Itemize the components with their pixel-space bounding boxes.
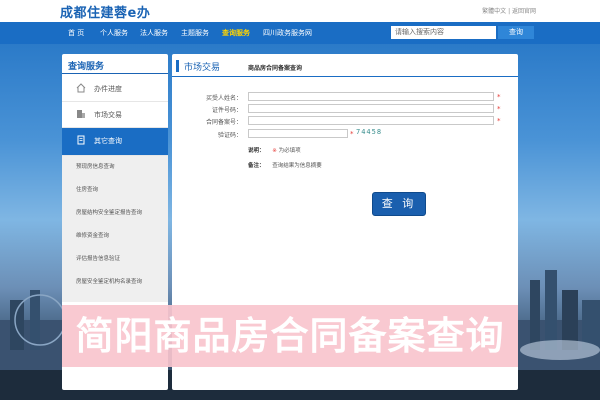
nav-item-sichuan-portal[interactable]: 四川政务服务网 <box>263 22 312 44</box>
top-header: 成都住建蓉e办 繁體中文 | 返回官网 <box>0 0 600 22</box>
remark-line: 备注： 查询结果为信息摘要 <box>248 161 322 169</box>
id-number-label: 证件号码： <box>211 107 242 114</box>
nav-item-theme[interactable]: 主题服务 <box>181 22 209 44</box>
section-title: 市场交易 <box>184 63 221 73</box>
sidebar-title: 查询服务 <box>68 62 105 72</box>
captcha-image[interactable]: 74458 <box>356 128 386 138</box>
nav-item-corporate[interactable]: 法人服务 <box>140 22 168 44</box>
remark-label: 备注： <box>248 163 265 169</box>
captcha-label: 验证码： <box>217 132 242 139</box>
sidebar-item-label: 其它查询 <box>94 137 122 145</box>
nav-item-home[interactable]: 首 页 <box>68 22 84 44</box>
captcha-input[interactable] <box>248 129 348 138</box>
submenu-item[interactable]: 房屋安全鉴定机构名录查询 <box>76 277 142 285</box>
sidebar-item-other[interactable]: 其它查询 <box>62 128 168 156</box>
search-button[interactable]: 查询 <box>498 26 534 39</box>
note-line: 说明： ※ 为必填项 <box>248 146 301 154</box>
search-input[interactable]: 请输入搜索内容 <box>391 26 496 39</box>
submenu-item[interactable]: 住房查询 <box>76 185 98 193</box>
sidebar-divider <box>62 73 168 74</box>
site-logo[interactable]: 成都住建蓉e办 <box>60 2 150 21</box>
contract-number-label: 合同备案号： <box>205 119 242 126</box>
note-text: 为必填项 <box>278 148 301 154</box>
nav-item-personal[interactable]: 个人服务 <box>100 22 128 44</box>
remark-text: 查询结果为信息摘要 <box>272 163 322 169</box>
building-icon <box>77 110 85 118</box>
required-mark: * <box>497 117 501 125</box>
document-icon <box>77 135 85 145</box>
required-mark: * <box>497 105 501 113</box>
page-subtitle: 商品房合同备案查询 <box>248 65 303 72</box>
contract-number-input[interactable] <box>248 116 494 125</box>
query-button[interactable]: 查 询 <box>372 192 426 216</box>
submenu-item[interactable]: 房屋结构安全鉴定报告查询 <box>76 208 142 216</box>
submenu-item[interactable]: 预现房信息查询 <box>76 162 115 170</box>
submenu-item[interactable]: 评估报告信息验证 <box>76 254 120 262</box>
title-banner: 简阳商品房合同备案查询 <box>62 305 518 367</box>
sidebar-item-label: 市场交易 <box>94 111 122 119</box>
note-label: 说明： <box>248 148 265 154</box>
nav-item-query[interactable]: 查询服务 <box>222 22 250 44</box>
section-accent-bar <box>176 60 179 72</box>
sidebar-item-progress[interactable]: 办件进度 <box>62 76 168 102</box>
sidebar-item-label: 办件进度 <box>94 85 122 93</box>
buyer-name-label: 买受人姓名： <box>205 95 242 102</box>
banner-text: 简阳商品房合同备案查询 <box>75 314 505 358</box>
id-number-input[interactable] <box>248 104 494 113</box>
home-icon <box>76 83 86 93</box>
section-divider <box>172 76 518 77</box>
top-links[interactable]: 繁體中文 | 返回官网 <box>482 6 536 15</box>
sidebar-item-market[interactable]: 市场交易 <box>62 102 168 128</box>
submenu-item[interactable]: 维修资金查询 <box>76 231 109 239</box>
sidebar-submenu: 预现房信息查询 住房查询 房屋结构安全鉴定报告查询 维修资金查询 评估报告信息验… <box>62 156 168 302</box>
required-mark: * <box>350 130 354 138</box>
required-symbol: ※ <box>272 148 277 154</box>
required-mark: * <box>497 93 501 101</box>
buyer-name-input[interactable] <box>248 92 494 101</box>
